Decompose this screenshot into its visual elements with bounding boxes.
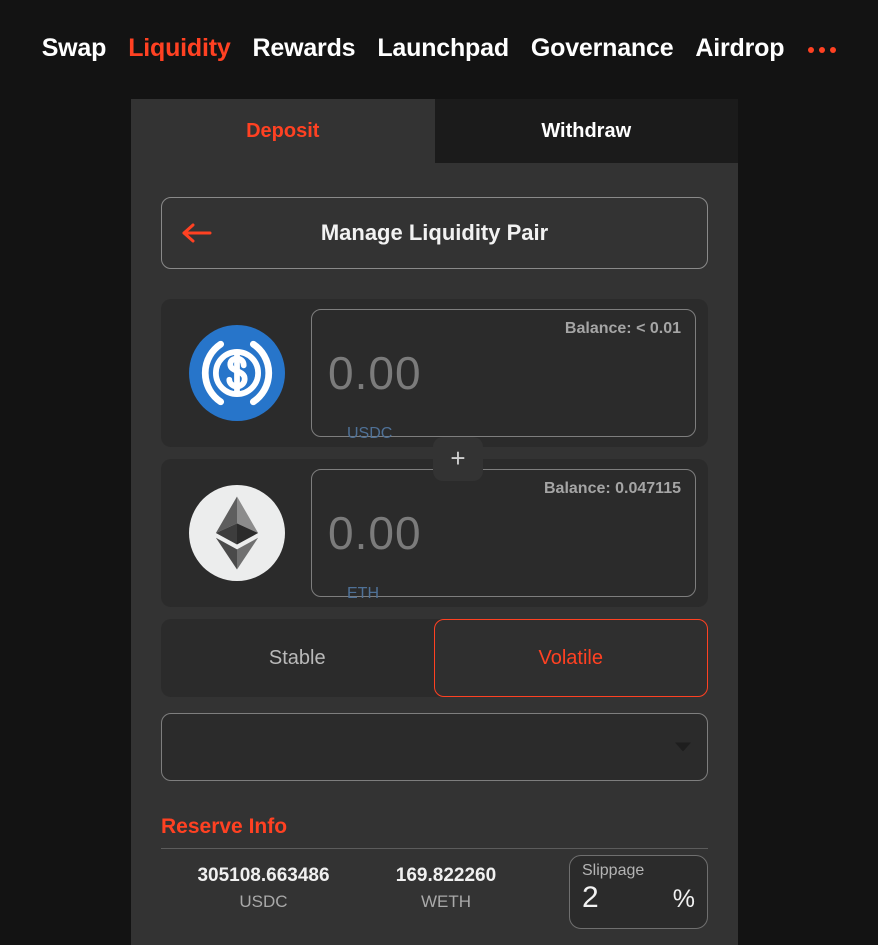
liquidity-panel: Deposit Withdraw Manage Liquidity Pair B… bbox=[131, 99, 738, 945]
slippage-label: Slippage bbox=[582, 862, 645, 879]
tab-withdraw[interactable]: Withdraw bbox=[434, 99, 738, 163]
usdc-balance: Balance: < 0.01 bbox=[564, 320, 681, 337]
reserve-usdc-value: 305108.663486 bbox=[197, 865, 330, 886]
reserve-values: 305108.663486 USDC 169.822260 WETH Slipp… bbox=[161, 855, 708, 929]
eth-amount-input[interactable]: Balance: 0.047115 0.00 bbox=[311, 469, 696, 597]
usdc-symbol-label: USDC bbox=[347, 425, 393, 442]
nav-item-launchpad[interactable]: Launchpad bbox=[377, 34, 509, 63]
eth-amount-value: 0.00 bbox=[328, 507, 422, 559]
manage-pair-header[interactable]: Manage Liquidity Pair bbox=[161, 197, 708, 269]
slippage-input[interactable]: Slippage 2 % bbox=[569, 855, 708, 929]
reserve-info-section: Reserve Info 305108.663486 USDC 169.8222… bbox=[161, 815, 708, 929]
reserve-weth-value: 169.822260 bbox=[395, 865, 497, 886]
pool-type-volatile[interactable]: Volatile bbox=[433, 619, 708, 697]
token-row-eth: Balance: 0.047115 0.00 ETH bbox=[161, 459, 708, 607]
page-title: Manage Liquidity Pair bbox=[320, 220, 549, 245]
reserve-item-usdc: 305108.663486 USDC bbox=[161, 865, 366, 912]
plus-icon: + bbox=[450, 442, 466, 473]
top-navigation: Swap Liquidity Rewards Launchpad Governa… bbox=[0, 0, 878, 90]
usdc-icon bbox=[189, 325, 285, 421]
tab-deposit[interactable]: Deposit bbox=[131, 99, 435, 163]
eth-icon bbox=[189, 485, 285, 581]
reserve-info-title: Reserve Info bbox=[161, 815, 288, 838]
pool-type-stable[interactable]: Stable bbox=[161, 619, 434, 697]
add-liquidity-plus-button[interactable]: + bbox=[433, 437, 483, 481]
reserve-item-weth: 169.822260 WETH bbox=[366, 865, 526, 912]
reserve-weth-symbol: WETH bbox=[420, 892, 472, 911]
token-inputs: Balance: < 0.01 0.00 USDC + Balance: 0.0… bbox=[161, 299, 708, 607]
nav-item-governance[interactable]: Governance bbox=[531, 34, 674, 63]
pool-type-toggle: Stable Volatile bbox=[161, 619, 708, 697]
reserve-usdc-symbol: USDC bbox=[239, 892, 288, 911]
token-row-usdc: Balance: < 0.01 0.00 USDC bbox=[161, 299, 708, 447]
panel-tabs: Deposit Withdraw bbox=[131, 99, 738, 163]
nav-item-rewards[interactable]: Rewards bbox=[253, 34, 356, 63]
nav-item-swap[interactable]: Swap bbox=[42, 34, 107, 63]
arrow-left-icon[interactable] bbox=[182, 221, 212, 245]
percent-icon: % bbox=[672, 885, 695, 913]
usdc-amount-input[interactable]: Balance: < 0.01 0.00 bbox=[311, 309, 696, 437]
eth-balance: Balance: 0.047115 bbox=[544, 480, 681, 497]
nav-item-airdrop[interactable]: Airdrop bbox=[695, 34, 784, 63]
reserve-divider bbox=[161, 848, 708, 849]
eth-symbol-label: ETH bbox=[347, 585, 379, 602]
ellipsis-icon[interactable] bbox=[806, 47, 837, 53]
nav-item-liquidity[interactable]: Liquidity bbox=[128, 34, 231, 63]
slippage-row: 2 % bbox=[582, 881, 695, 915]
slippage-value[interactable]: 2 bbox=[582, 881, 599, 915]
pair-select-dropdown[interactable] bbox=[161, 713, 708, 781]
usdc-amount-value: 0.00 bbox=[328, 347, 422, 399]
panel-body: Manage Liquidity Pair Balance: < 0.01 0.… bbox=[131, 163, 738, 929]
chevron-down-icon[interactable] bbox=[675, 742, 691, 752]
